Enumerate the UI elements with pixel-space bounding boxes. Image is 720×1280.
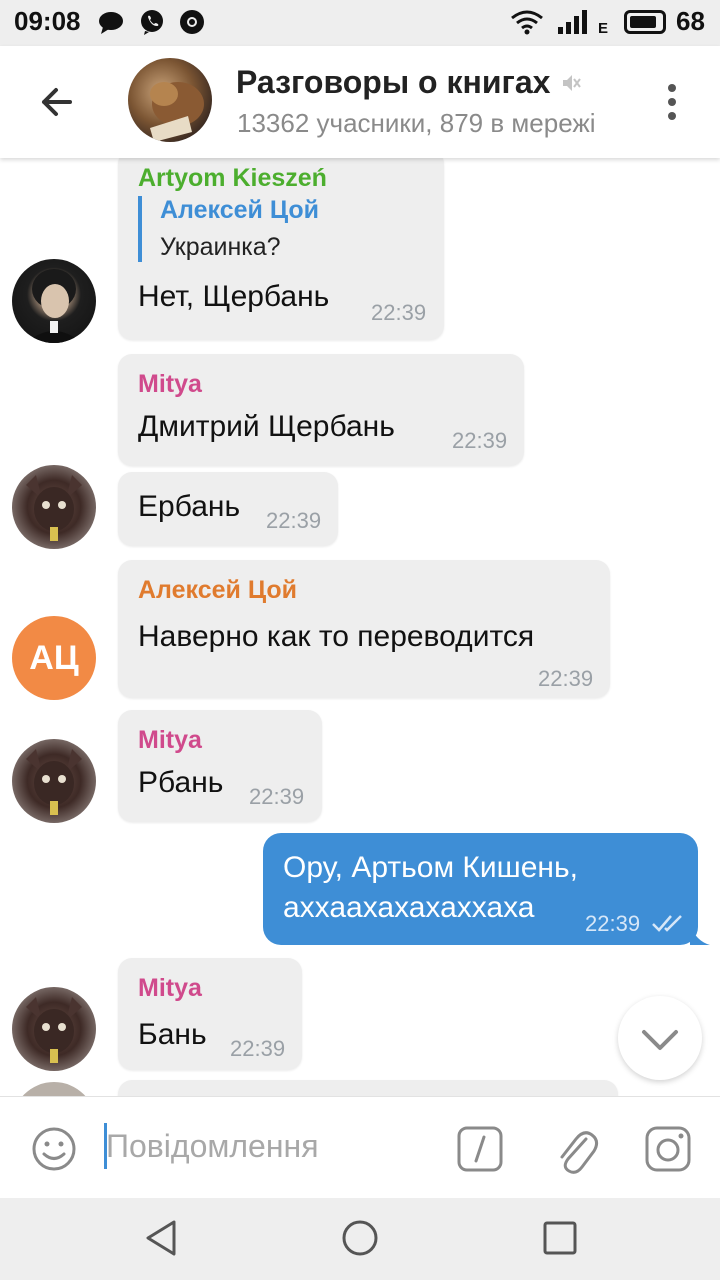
message-bubble[interactable]: Mitya Дмитрий Щербань 22:39 — [118, 354, 524, 466]
chat-header: Разговоры о книгах 13362 учасники, 879 в… — [0, 46, 720, 158]
message-input[interactable] — [106, 1121, 426, 1171]
message-bubble[interactable]: Ербань 22:39 — [118, 472, 338, 546]
message-time: 22:39 — [585, 911, 641, 936]
message-bubble[interactable]: Mitya Бань 22:39 — [118, 958, 302, 1070]
message-text: Бань — [138, 1018, 207, 1051]
chat-subtitle: 13362 учасники, 879 в мережі — [237, 108, 596, 138]
arrow-left-icon[interactable] — [30, 76, 82, 128]
reply-quote[interactable]: Алексей Цой Украинка? — [138, 196, 319, 262]
chat-notification-icon — [99, 12, 123, 34]
system-navigation-bar — [0, 1198, 720, 1280]
message-sender: Mitya — [138, 974, 202, 1002]
outgoing-message-bubble[interactable]: Ору, Артьом Кишень, аххаахахахаххаха 22:… — [263, 833, 698, 945]
avatar[interactable]: АЦ — [12, 616, 96, 700]
battery-icon — [624, 10, 666, 34]
nav-home-icon[interactable] — [340, 1218, 380, 1258]
message-sender: Алексей Цой — [138, 576, 298, 604]
message-composer — [0, 1096, 720, 1198]
message-sender: Mitya — [138, 726, 202, 754]
status-time: 09:08 — [14, 6, 81, 36]
message-time: 22:39 — [452, 428, 508, 453]
signal-icon — [558, 10, 587, 34]
message-bubble[interactable]: Artyom Kieszeń Алексей Цой Украинка? Нет… — [118, 158, 444, 340]
avatar[interactable] — [12, 739, 96, 823]
network-type: E — [598, 20, 609, 37]
message-text: Нет, Щербань — [138, 280, 330, 313]
message-sender: Artyom Kieszeń — [138, 164, 327, 192]
message-bubble[interactable] — [118, 1080, 618, 1096]
avatar[interactable] — [12, 1082, 96, 1096]
emoji-icon[interactable] — [30, 1125, 78, 1173]
message-text: Рбань — [138, 766, 224, 799]
message-text-line: аххаахахахаххаха — [283, 891, 535, 924]
message-text-line: Ору, Артьом Кишень, — [283, 851, 578, 884]
message-bubble[interactable]: Mitya Рбань 22:39 — [118, 710, 322, 822]
message-time: 22:39 — [538, 666, 594, 691]
paperclip-icon[interactable] — [552, 1121, 600, 1175]
chat-title: Разговоры о книгах — [236, 64, 551, 100]
chrome-icon — [180, 10, 204, 34]
message-text: Дмитрий Щербань — [138, 410, 395, 443]
chevron-down-icon — [642, 1030, 678, 1050]
message-time: 22:39 — [230, 1036, 286, 1061]
message-time: 22:39 — [249, 784, 305, 809]
message-text: Наверно как то переводится — [138, 620, 535, 653]
slash-command-icon[interactable] — [456, 1125, 504, 1173]
double-check-icon — [652, 915, 682, 932]
camera-icon[interactable] — [644, 1125, 692, 1173]
battery-level: 68 — [676, 6, 705, 36]
nav-back-icon[interactable] — [140, 1216, 184, 1260]
avatar[interactable] — [12, 465, 96, 549]
message-time: 22:39 — [266, 508, 322, 533]
avatar[interactable] — [12, 259, 96, 343]
message-list[interactable]: Artyom Kieszeń Алексей Цой Украинка? Нет… — [0, 158, 720, 1096]
muted-speaker-icon — [563, 74, 582, 91]
scroll-down-button[interactable] — [618, 996, 702, 1080]
viber-icon — [141, 10, 163, 35]
status-bar: 09:08 E 68 — [0, 0, 720, 46]
reply-text: Украинка? — [160, 233, 281, 261]
bubble-tail — [690, 925, 710, 945]
chat-avatar[interactable] — [128, 58, 212, 142]
nav-recent-apps-icon[interactable] — [540, 1218, 580, 1258]
message-sender: Mitya — [138, 370, 202, 398]
message-bubble[interactable]: Алексей Цой Наверно как то переводится 2… — [118, 560, 610, 698]
message-text: Ербань — [138, 490, 241, 523]
more-vertical-icon[interactable] — [650, 76, 694, 128]
wifi-icon — [511, 10, 543, 35]
message-time: 22:39 — [371, 300, 427, 325]
reply-sender: Алексей Цой — [160, 196, 320, 224]
avatar[interactable] — [12, 987, 96, 1071]
